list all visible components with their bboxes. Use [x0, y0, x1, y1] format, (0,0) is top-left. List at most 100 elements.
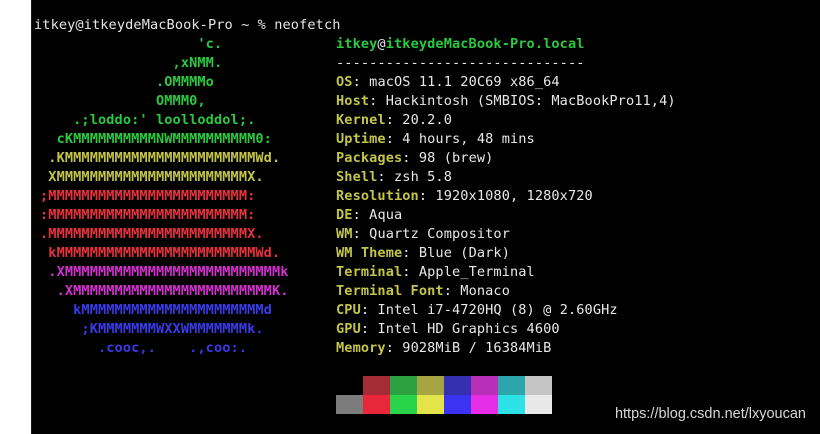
logo-line: .XMMMMMMMMMMMMMMMMMMMMMMMMMMk — [40, 264, 289, 280]
info-colon: : — [385, 131, 403, 147]
info-value: 98 (brew) — [418, 150, 494, 166]
info-value: Intel i7-4720HQ (8) @ 2.60GHz — [377, 302, 618, 318]
palette-swatch — [525, 376, 552, 395]
logo-line: .MMMMMMMMMMMMMMMMMMMMMMMMX. — [40, 226, 264, 242]
logo-line: .XMMMMMMMMMMMMMMMMMMMMMMMMK. — [40, 283, 289, 299]
palette-swatch — [498, 395, 525, 414]
palette-swatch — [471, 395, 498, 414]
info-row: CPU: Intel i7-4720HQ (8) @ 2.60GHz — [336, 301, 618, 320]
terminal-window[interactable]: itkey@itkeydeMacBook-Pro ~ % neofetch 'c… — [32, 0, 820, 434]
logo-line: :MMMMMMMMMMMMMMMMMMMMMMMM: — [40, 207, 256, 223]
palette-swatch — [336, 376, 363, 395]
info-colon: : — [360, 321, 378, 337]
host-name: itkeydeMacBook-Pro.local — [385, 36, 585, 52]
info-value: Blue (Dark) — [418, 245, 510, 261]
logo-line: .KMMMMMMMMMMMMMMMMMMMMMMMWd. — [40, 150, 281, 166]
info-value: 20.2.0 — [402, 112, 453, 128]
info-colon: : — [385, 112, 403, 128]
logo-line: kMMMMMMMMMMMMMMMMMMMMMMMMWd. — [40, 245, 281, 261]
logo-line: .OMMMMo — [40, 74, 214, 90]
info-row: Terminal: Apple_Terminal — [336, 263, 535, 282]
palette-swatch — [363, 376, 390, 395]
info-colon: : — [352, 226, 370, 242]
info-value: macOS 11.1 20C69 x86_64 — [369, 74, 560, 90]
info-row: Shell: zsh 5.8 — [336, 168, 452, 187]
watermark-text: https://blog.csdn.net/lxyoucan — [614, 406, 806, 422]
info-row: GPU: Intel HD Graphics 4600 — [336, 320, 560, 339]
info-value: Hackintosh (SMBIOS: MacBookPro11,4) — [385, 93, 676, 109]
info-row: Kernel: 20.2.0 — [336, 111, 452, 130]
info-value: Quartz Compositor — [369, 226, 510, 242]
palette-swatch — [417, 376, 444, 395]
palette-swatch — [390, 376, 417, 395]
info-value: Intel HD Graphics 4600 — [377, 321, 560, 337]
info-value: Aqua — [369, 207, 403, 223]
info-colon: : — [352, 74, 370, 90]
info-colon: : — [418, 188, 436, 204]
info-label: Packages — [336, 150, 403, 166]
info-row: OS: macOS 11.1 20C69 x86_64 — [336, 73, 560, 92]
info-label: OS — [336, 74, 353, 90]
info-label: Uptime — [336, 131, 386, 147]
logo-line: cKMMMMMMMMMMNWMMMMMMMMMM0: — [40, 131, 272, 147]
palette-swatch — [471, 376, 498, 395]
logo-line: .;loddo:' loolloddol;. — [40, 112, 256, 128]
logo-line: XMMMMMMMMMMMMMMMMMMMMMMMX. — [40, 169, 264, 185]
info-label: Resolution — [336, 188, 419, 204]
command-prompt: itkey@itkeydeMacBook-Pro ~ % neofetch — [34, 17, 341, 33]
info-value: 4 hours, 48 mins — [402, 131, 535, 147]
palette-swatch — [390, 395, 417, 414]
palette-swatch — [417, 395, 444, 414]
info-label: DE — [336, 207, 353, 223]
info-label: GPU — [336, 321, 361, 337]
info-row: WM: Quartz Compositor — [336, 225, 510, 244]
info-colon: : — [402, 264, 419, 280]
info-label: Host — [336, 93, 370, 109]
info-row: Resolution: 1920x1080, 1280x720 — [336, 187, 593, 206]
info-label: Kernel — [336, 112, 386, 128]
info-label: Terminal — [336, 264, 403, 280]
info-value: 1920x1080, 1280x720 — [435, 188, 593, 204]
info-value: zsh 5.8 — [394, 169, 452, 185]
info-colon: : — [385, 340, 403, 356]
info-label: WM Theme — [336, 245, 403, 261]
info-row: DE: Aqua — [336, 206, 402, 225]
palette-swatch — [444, 376, 471, 395]
palette-swatch — [444, 395, 471, 414]
logo-line: ;MMMMMMMMMMMMMMMMMMMMMMMM: — [40, 188, 256, 204]
info-colon: : — [443, 283, 461, 299]
separator-line: ------------------------------ — [336, 55, 585, 71]
info-colon: : — [360, 302, 378, 318]
info-colon: : — [402, 245, 419, 261]
info-row: WM Theme: Blue (Dark) — [336, 244, 510, 263]
info-row: Memory: 9028MiB / 16384MiB — [336, 339, 551, 358]
info-row: Terminal Font: Monaco — [336, 282, 510, 301]
info-row: Uptime: 4 hours, 48 mins — [336, 130, 535, 149]
logo-line: ,xNMM. — [40, 55, 223, 71]
info-row: Host: Hackintosh (SMBIOS: MacBookPro11,4… — [336, 92, 676, 111]
info-label: Memory — [336, 340, 386, 356]
palette-swatch — [336, 395, 363, 414]
logo-line: kMMMMMMMMMMMMMMMMMMMMMMd — [40, 302, 272, 318]
info-label: Shell — [336, 169, 378, 185]
info-value: 9028MiB / 16384MiB — [402, 340, 552, 356]
info-colon: : — [402, 150, 419, 166]
user-name: itkey — [336, 36, 378, 52]
logo-line: 'c. — [40, 36, 223, 52]
info-colon: : — [369, 93, 386, 109]
info-colon: : — [377, 169, 394, 185]
at-sign: @ — [377, 36, 386, 52]
user-host-line: itkey@itkeydeMacBook-Pro.local — [336, 35, 585, 54]
logo-line: ;KMMMMMMMWXXWMMMMMMMk. — [40, 321, 264, 337]
info-row: Packages: 98 (brew) — [336, 149, 493, 168]
info-colon: : — [352, 207, 370, 223]
info-value: Apple_Terminal — [418, 264, 535, 280]
palette-swatch — [498, 376, 525, 395]
info-label: CPU — [336, 302, 361, 318]
palette-swatch — [525, 395, 552, 414]
info-label: WM — [336, 226, 353, 242]
info-label: Terminal Font — [336, 283, 444, 299]
logo-line: OMMM0, — [40, 93, 206, 109]
palette-swatch — [363, 395, 390, 414]
info-value: Monaco — [460, 283, 510, 299]
